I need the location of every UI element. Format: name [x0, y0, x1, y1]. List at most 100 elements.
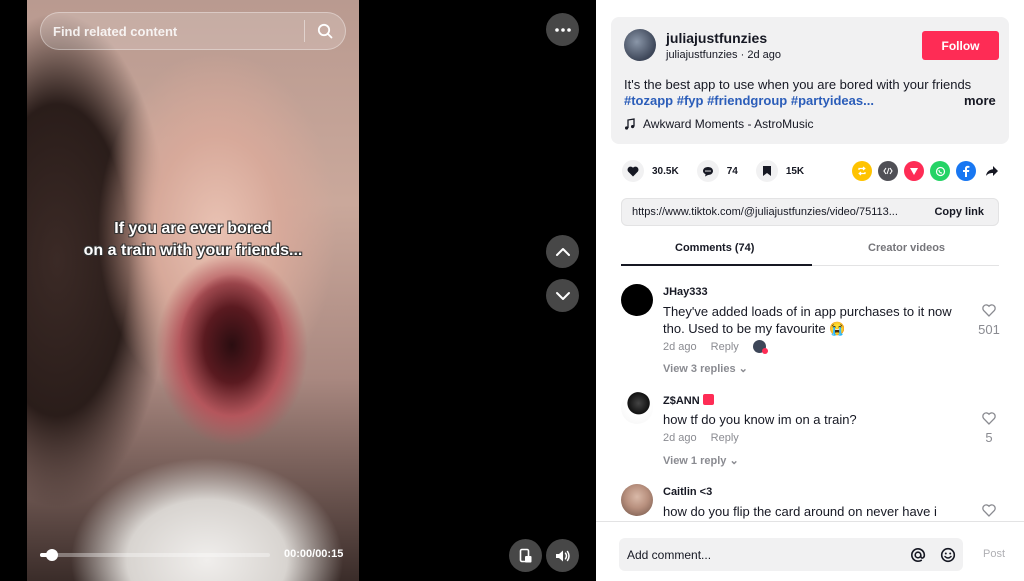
- active-tab-indicator: [621, 264, 812, 266]
- commenter-name-text: Z$ANN: [663, 395, 700, 407]
- volume-button[interactable]: [546, 539, 579, 572]
- video-stage: If you are ever bored on a train with yo…: [0, 0, 596, 581]
- comment-like-button[interactable]: [974, 504, 1004, 521]
- save-count: 15K: [785, 165, 805, 177]
- details-panel: juliajustfunzies juliajustfunzies · 2d a…: [596, 0, 1024, 581]
- video-progress-bar[interactable]: [40, 548, 270, 562]
- comment-meta: 2d ago Reply: [663, 340, 768, 354]
- repost-icon[interactable]: [852, 161, 872, 181]
- post-description: It's the best app to use when you are bo…: [624, 77, 972, 92]
- more-options-button[interactable]: [546, 13, 579, 46]
- comment-item: JHay333 They've added loads of in app pu…: [621, 284, 1000, 379]
- save-action[interactable]: 15K: [755, 160, 805, 182]
- comment-count: 74: [726, 165, 738, 177]
- heart-icon[interactable]: [622, 160, 644, 182]
- commenter-name[interactable]: Caitlin <3: [663, 486, 712, 498]
- search-icon[interactable]: [305, 12, 345, 50]
- comment-item: Z$ANN how tf do you know im on a train? …: [621, 392, 999, 472]
- comment-icon[interactable]: [696, 160, 719, 182]
- comment-meta: 2d ago Reply: [663, 432, 739, 444]
- whatsapp-icon[interactable]: [930, 161, 950, 181]
- like-count: 30.5K: [652, 165, 679, 177]
- related-search-input[interactable]: [41, 23, 304, 39]
- caption-line-1: If you are ever bored: [114, 220, 272, 237]
- tab-creator-videos[interactable]: Creator videos: [868, 242, 945, 254]
- pip-icon: [519, 548, 531, 562]
- view-replies-label: View 1 reply: [663, 455, 727, 467]
- panel-tabs: Comments (74) Creator videos: [621, 234, 999, 266]
- emoji-icon[interactable]: [933, 547, 963, 563]
- author-subtitle: juliajustfunzies · 2d ago: [666, 49, 781, 61]
- view-replies-label: View 3 replies: [663, 363, 736, 375]
- copy-link-button[interactable]: Copy link: [920, 206, 998, 218]
- mention-icon[interactable]: [903, 547, 933, 563]
- comment-age: 2d ago: [663, 341, 697, 353]
- post-age: 2d ago: [747, 49, 781, 61]
- comment-text: how tf do you know im on a train?: [663, 412, 857, 427]
- comment-text: how do you flip the card around on never…: [663, 504, 937, 519]
- tab-comments[interactable]: Comments (74): [675, 242, 754, 254]
- author-name[interactable]: juliajustfunzies: [666, 30, 767, 46]
- post-hashtags[interactable]: #tozapp #fyp #friendgroup #partyideas...: [624, 93, 874, 108]
- details-scroll[interactable]: juliajustfunzies juliajustfunzies · 2d a…: [596, 0, 1024, 521]
- progress-track: [40, 553, 270, 557]
- related-search-bar: [40, 12, 346, 50]
- video-caption: If you are ever bored on a train with yo…: [27, 218, 359, 262]
- reply-button[interactable]: Reply: [711, 432, 739, 444]
- heart-outline-icon: [982, 504, 996, 517]
- view-replies-button[interactable]: View 3 replies ⌄: [663, 362, 748, 375]
- comment-input-wrapper: [619, 538, 963, 571]
- comment-input[interactable]: [619, 547, 903, 562]
- author-card: juliajustfunzies juliajustfunzies · 2d a…: [611, 17, 1009, 144]
- tiktok-video-page: If you are ever bored on a train with yo…: [0, 0, 1024, 581]
- comment-item: Caitlin <3 how do you flip the card arou…: [621, 484, 999, 521]
- chevron-down-icon: [555, 291, 570, 300]
- commenter-avatar[interactable]: [621, 392, 653, 424]
- commenter-name[interactable]: JHay333: [663, 286, 708, 298]
- comment-text: They've added loads of in app purchases …: [663, 304, 952, 336]
- author-handle: juliajustfunzies: [666, 49, 738, 61]
- share-link-url[interactable]: https://www.tiktok.com/@juliajustfunzies…: [622, 206, 920, 218]
- view-replies-button[interactable]: View 1 reply ⌄: [663, 454, 739, 467]
- share-arrow-icon[interactable]: [982, 161, 1002, 181]
- share-buttons: [852, 161, 1002, 181]
- like-action[interactable]: 30.5K: [622, 160, 679, 182]
- video-player[interactable]: [27, 0, 359, 581]
- ellipsis-icon: [554, 27, 571, 32]
- chevron-down-icon: ⌄: [729, 455, 739, 467]
- bookmark-icon[interactable]: [755, 160, 778, 182]
- send-to-friends-icon[interactable]: [904, 161, 924, 181]
- action-bar: 30.5K 74 15K: [622, 160, 822, 182]
- facebook-icon[interactable]: [956, 161, 976, 181]
- next-video-button[interactable]: [546, 279, 579, 312]
- comment-composer: Post: [596, 521, 1024, 581]
- progress-knob[interactable]: [45, 549, 58, 561]
- heart-outline-icon: [982, 304, 996, 317]
- commenter-name[interactable]: Z$ANN: [663, 394, 714, 407]
- reply-button[interactable]: Reply: [711, 341, 739, 354]
- chevron-down-icon: ⌄: [738, 363, 748, 375]
- previous-video-button[interactable]: [546, 235, 579, 268]
- follow-button[interactable]: Follow: [922, 31, 999, 60]
- comment-like-button[interactable]: 501: [974, 304, 1004, 337]
- comment-like-button[interactable]: 5: [974, 412, 1004, 445]
- music-title: Awkward Moments - AstroMusic: [643, 117, 814, 131]
- chevron-up-icon: [555, 247, 570, 256]
- comment-like-count: 5: [985, 430, 993, 445]
- embed-icon[interactable]: [878, 161, 898, 181]
- badge-icon: [702, 394, 714, 405]
- comment-action[interactable]: 74: [696, 160, 738, 182]
- comment-age: 2d ago: [663, 432, 697, 444]
- music-link[interactable]: Awkward Moments - AstroMusic: [624, 117, 814, 131]
- speaker-icon: [555, 550, 570, 561]
- post-button[interactable]: Post: [983, 548, 1005, 560]
- author-avatar[interactable]: [624, 29, 656, 61]
- video-time: 00:00/00:15: [284, 548, 344, 560]
- commenter-avatar[interactable]: [621, 284, 653, 316]
- more-button[interactable]: more: [964, 93, 996, 108]
- comment-like-count: 501: [978, 322, 1000, 337]
- floating-player-button[interactable]: [509, 539, 542, 572]
- share-link-row: https://www.tiktok.com/@juliajustfunzies…: [621, 198, 999, 226]
- commenter-avatar[interactable]: [621, 484, 653, 516]
- caption-line-2: on a train with your friends...: [83, 242, 303, 259]
